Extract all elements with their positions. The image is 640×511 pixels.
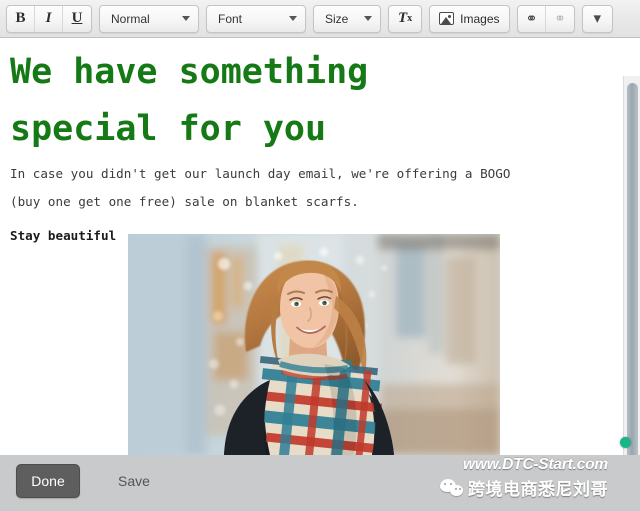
- insert-images-label: Images: [460, 11, 500, 26]
- formatting-toolbar: B I U Normal Font Size Tx Images ⚭ ⚭ ▾: [0, 0, 640, 38]
- clear-formatting-button[interactable]: Tx: [388, 4, 423, 33]
- font-size-value: Size: [325, 11, 349, 26]
- editor-footer-bar: Done Save: [0, 455, 640, 511]
- font-family-value: Font: [218, 11, 243, 26]
- font-size-dropdown[interactable]: Size: [313, 4, 381, 33]
- paragraph-style-value: Normal: [111, 11, 150, 26]
- editor-scrollbar-thumb[interactable]: [627, 83, 638, 455]
- editor-scrollbar-track[interactable]: [623, 76, 640, 455]
- chevron-down-icon: [289, 16, 297, 21]
- text-style-button-group: B I U: [6, 4, 92, 33]
- clear-formatting-icon: T: [398, 10, 408, 26]
- chevron-double-down-icon: ▾: [593, 10, 602, 27]
- more-options-button[interactable]: ▾: [581, 4, 614, 33]
- clear-formatting-subscript: x: [407, 13, 413, 24]
- mouse-cursor-indicator: [620, 437, 631, 448]
- save-button[interactable]: Save: [118, 473, 150, 489]
- link-icon: ⚭: [525, 10, 538, 26]
- font-family-dropdown[interactable]: Font: [206, 4, 306, 33]
- body-paragraph-line-1: In case you didn't get our launch day em…: [10, 166, 511, 182]
- image-icon: [439, 12, 455, 25]
- insert-images-button[interactable]: Images: [429, 4, 510, 33]
- remove-link-button: ⚭: [546, 6, 574, 32]
- email-hero-image[interactable]: [128, 234, 500, 455]
- bold-button[interactable]: B: [7, 5, 35, 32]
- link-button-group: ⚭ ⚭: [516, 4, 575, 33]
- chevron-down-icon: [364, 16, 372, 21]
- email-editor-window: B I U Normal Font Size Tx Images ⚭ ⚭ ▾ W…: [0, 0, 640, 511]
- unlink-icon: ⚭: [554, 10, 566, 26]
- body-paragraph-line-2: (buy one get one free) sale on blanket s…: [10, 193, 359, 209]
- done-button[interactable]: Done: [16, 464, 80, 498]
- email-content-canvas[interactable]: We have something special for you In cas…: [0, 38, 640, 455]
- hero-image-graphic: [128, 234, 500, 455]
- chevron-down-icon: [182, 16, 190, 21]
- email-document: We have something special for you In cas…: [0, 38, 620, 243]
- paragraph-style-dropdown[interactable]: Normal: [99, 4, 199, 33]
- italic-button[interactable]: I: [35, 5, 63, 32]
- headline-line-1: We have something: [10, 52, 369, 92]
- underline-button[interactable]: U: [63, 6, 91, 32]
- headline-line-2: special for you: [10, 108, 327, 149]
- insert-link-button[interactable]: ⚭: [518, 5, 546, 32]
